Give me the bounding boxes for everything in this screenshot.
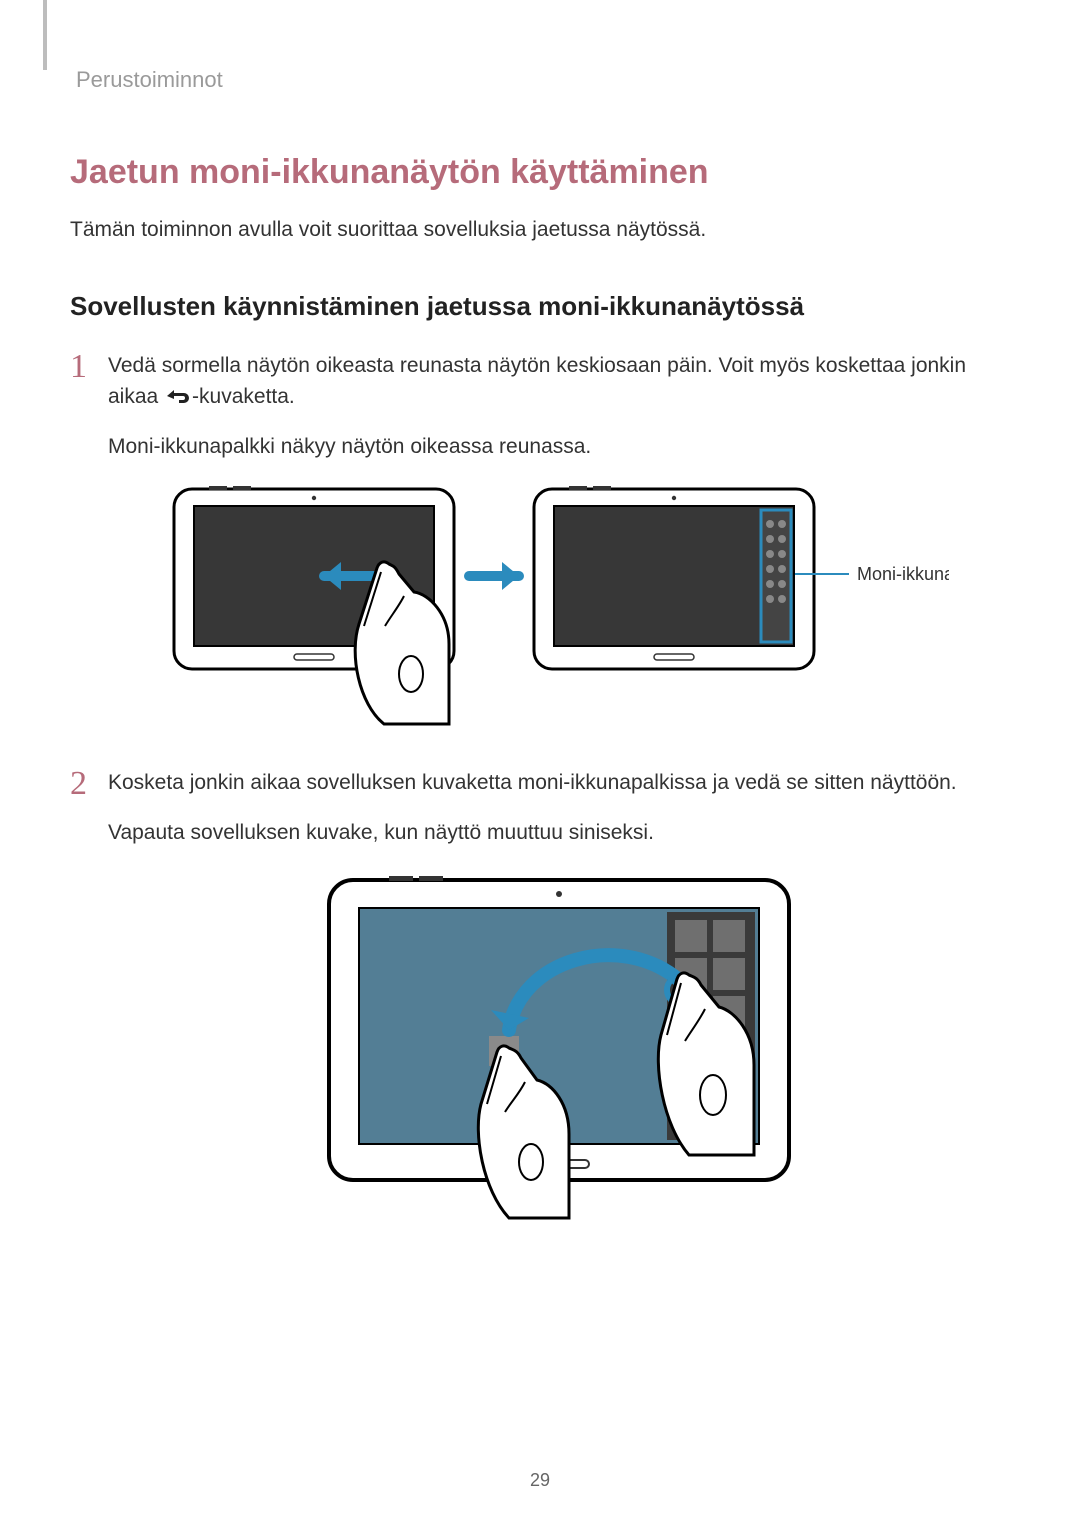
step-number: 2 [70, 767, 104, 801]
callout-label: Moni-ikkunapalkki [857, 564, 949, 584]
tablet-right [534, 486, 814, 669]
document-page: Perustoiminnot Jaetun moni-ikkunanäytön … [0, 0, 1080, 1527]
figure-2 [108, 870, 1010, 1245]
figure-1: Moni-ikkunapalkki [108, 484, 1010, 739]
intro-text: Tämän toiminnon avulla voit suorittaa so… [70, 214, 1010, 246]
step-text-part2: -kuvaketta. [192, 385, 295, 408]
sub-heading: Sovellusten käynnistäminen jaetussa moni… [70, 291, 1010, 322]
section-header: Perustoiminnot [70, 35, 1010, 93]
page-title: Jaetun moni-ikkunanäytön käyttäminen [70, 153, 1010, 192]
step-after: Moni-ikkunapalkki näkyy näytön oikeassa … [108, 431, 1010, 463]
arrow-right-icon [469, 562, 519, 590]
step-text: Vedä sormella näytön oikeasta reunasta n… [108, 350, 1010, 413]
step-number: 1 [70, 350, 104, 384]
step-2: 2 Kosketa jonkin aikaa sovelluksen kuvak… [70, 767, 1010, 1245]
step-1: 1 Vedä sormella näytön oikeasta reunasta… [70, 350, 1010, 740]
step-text: Kosketa jonkin aikaa sovelluksen kuvaket… [108, 767, 1010, 799]
header-divider [43, 0, 47, 70]
back-icon [164, 387, 192, 405]
step-body: Kosketa jonkin aikaa sovelluksen kuvaket… [104, 767, 1010, 1245]
step-body: Vedä sormella näytön oikeasta reunasta n… [104, 350, 1010, 740]
step-after: Vapauta sovelluksen kuvake, kun näyttö m… [108, 817, 1010, 849]
page-number: 29 [0, 1470, 1080, 1491]
